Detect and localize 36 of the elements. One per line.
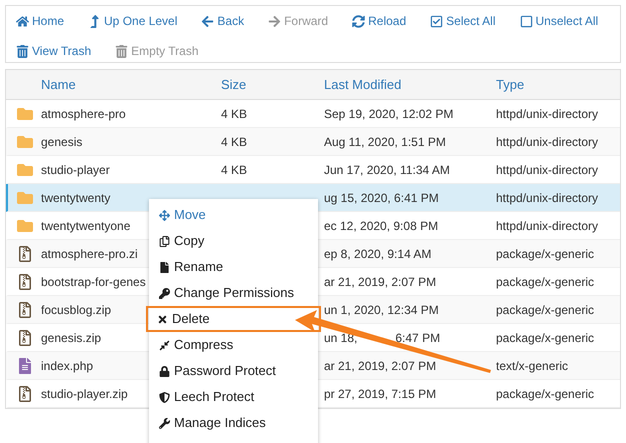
table-cell-text: ug 15, 2020, 6:41 PM [324,190,439,206]
table-cell-text: httpd/unix-directory [496,106,598,122]
table-cell-text: package/x-generic [496,386,594,402]
table-cell-text: genesis.zip [41,330,102,346]
table-cell-text: ar 21, 2019, 2:07 PM [324,274,436,290]
table-cell-text: httpd/unix-directory [496,190,598,206]
table-cell-text: index.php [41,358,94,374]
table-cell-text: package/x-generic [496,274,594,290]
table-cell-text: 6:47 PM [395,330,440,346]
table-cell-text: Sep 19, 2020, 12:02 PM [324,106,454,122]
table-cell-text: package/x-generic [496,246,594,262]
table-cell-text: bootstrap-for-genes [41,274,146,290]
table-cell-text: studio-player [41,162,110,178]
table-cell-text: package/x-generic [496,330,594,346]
table-cell-text: Jun 17, 2020, 11:34 AM [324,162,450,178]
table-cell-text: atmosphere-pro.zi [41,246,138,262]
table-cell-text: studio-player.zip [41,386,128,402]
table-cell-text: package/x-generic [496,302,594,318]
table-cell-text: twentytwentyone [41,218,130,234]
table-cell-text: un 1, 2020, 12:34 PM [324,302,439,318]
table-cell-text: httpd/unix-directory [496,134,598,150]
table-cell-text: ep 8, 2020, 9:14 AM [324,246,432,262]
table-cell-text: httpd/unix-directory [496,218,598,234]
table-cell-text: atmosphere-pro [41,106,126,122]
table-cell-text: ar 21, 2019, 2:07 PM [324,358,436,374]
table-cell: 4 KB [221,106,248,120]
table-cell-text: Aug 11, 2020, 1:51 PM [324,134,446,150]
table-cell-text: text/x-generic [496,358,568,374]
table-cell-text: httpd/unix-directory [496,162,598,178]
table-cell: 4 KB [221,162,248,176]
table-cell-text: ec 12, 2020, 9:08 PM [324,218,438,234]
table-cell-text: focusblog.zip [41,302,112,318]
table-cell-text: twentytwenty [41,190,110,206]
table-cell-text: pr 27, 2019, 7:15 PM [324,386,436,402]
table-cell-text: genesis [41,134,82,150]
table-cell: 4 KB [221,134,248,148]
